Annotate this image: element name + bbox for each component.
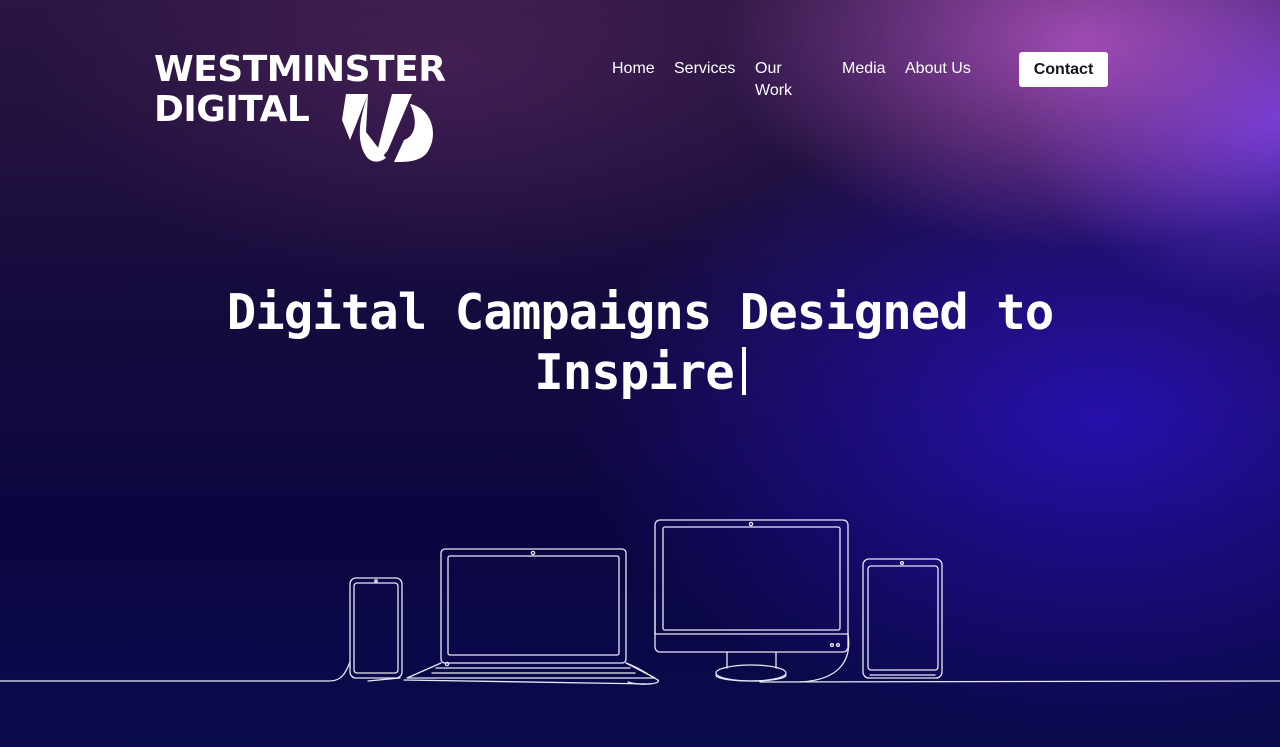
devices-line-art-icon [0, 519, 1280, 685]
nav-our-work[interactable]: Our Work [755, 58, 792, 102]
laptop-icon [406, 548, 660, 685]
nav-home[interactable]: Home [612, 58, 655, 80]
nav-about-us[interactable]: About Us [905, 58, 971, 80]
contact-button[interactable]: Contact [1019, 52, 1108, 87]
logo-text-line1: WESTMINSTER [154, 49, 446, 90]
w-mark-icon [342, 94, 433, 162]
hero-line2: Inspire [534, 344, 735, 401]
hero-line1: Digital Campaigns Designed to [226, 284, 1055, 341]
typing-cursor [741, 347, 746, 395]
logo[interactable]: WESTMINSTER DIGITAL [154, 49, 446, 165]
monitor-icon [654, 519, 850, 683]
phone-icon [349, 577, 403, 682]
logo-text-line2: DIGITAL [154, 89, 310, 130]
nav-media[interactable]: Media [842, 58, 886, 80]
hero-heading: Digital Campaigns Designed to Inspire [200, 283, 1080, 403]
tablet-icon [862, 558, 943, 679]
nav-services[interactable]: Services [674, 58, 735, 80]
